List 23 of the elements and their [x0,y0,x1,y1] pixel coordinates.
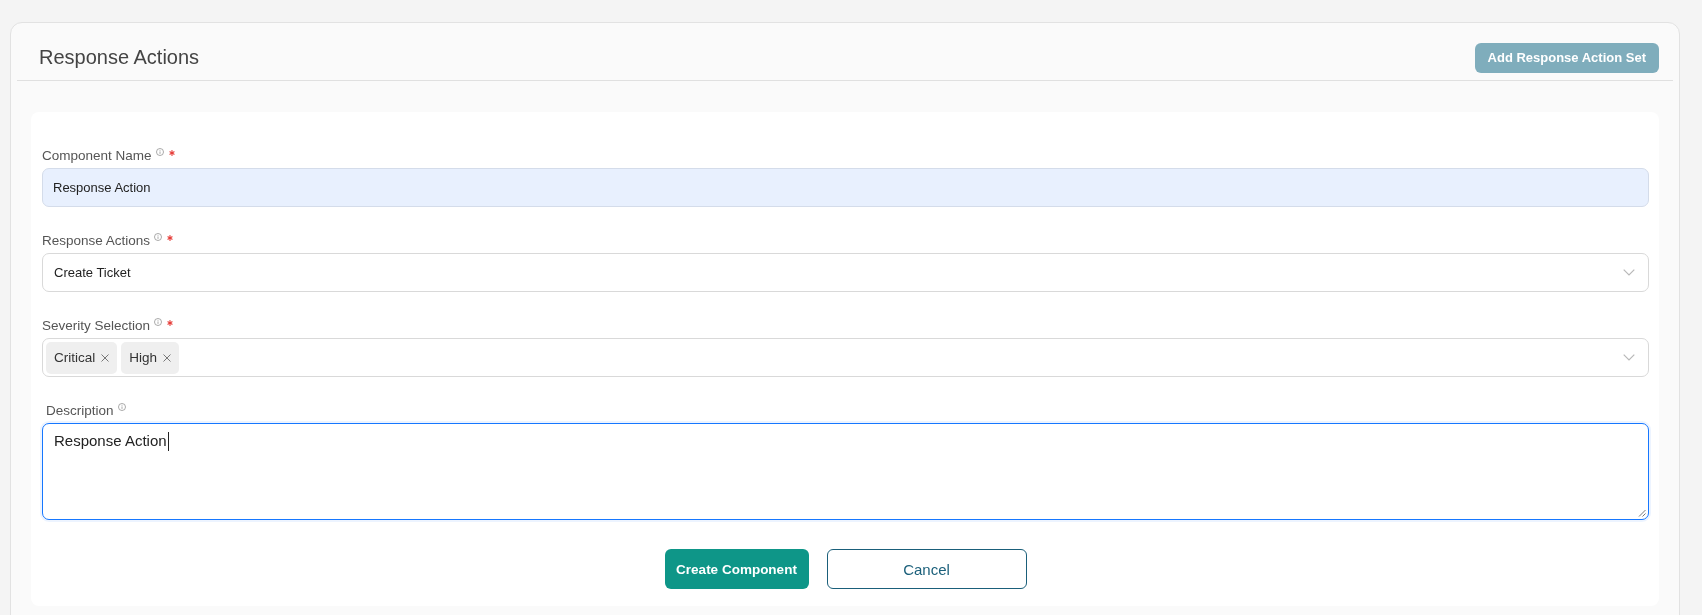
chevron-down-icon [1623,354,1635,361]
tag-label: High [129,350,158,365]
close-icon[interactable] [163,353,172,362]
text-input-field[interactable]: Response Action [42,168,1649,207]
dropdown-field[interactable]: Create Ticket [42,253,1649,292]
cancel-button[interactable]: Cancel [826,549,1027,589]
chevron-down-icon [1623,269,1635,276]
tag-label: Critical [54,350,96,365]
field-label: Component Name [42,147,152,163]
info-icon[interactable] [154,233,163,241]
page-title: Response Actions [39,46,200,69]
create-component-button[interactable]: Create Component [664,549,809,589]
field-label: Response Actions [42,232,151,248]
description-field[interactable]: Response Action [42,423,1649,520]
info-icon[interactable] [117,403,126,411]
field-label: Severity Selection [42,317,151,333]
close-icon[interactable] [101,353,110,362]
text-cursor-icon [167,432,169,451]
resize-handle-icon[interactable] [1638,509,1646,517]
multi-select-field[interactable]: Critical High [42,338,1649,377]
info-icon[interactable] [154,318,163,326]
info-icon[interactable] [155,148,164,156]
field-label: Description [46,402,114,418]
